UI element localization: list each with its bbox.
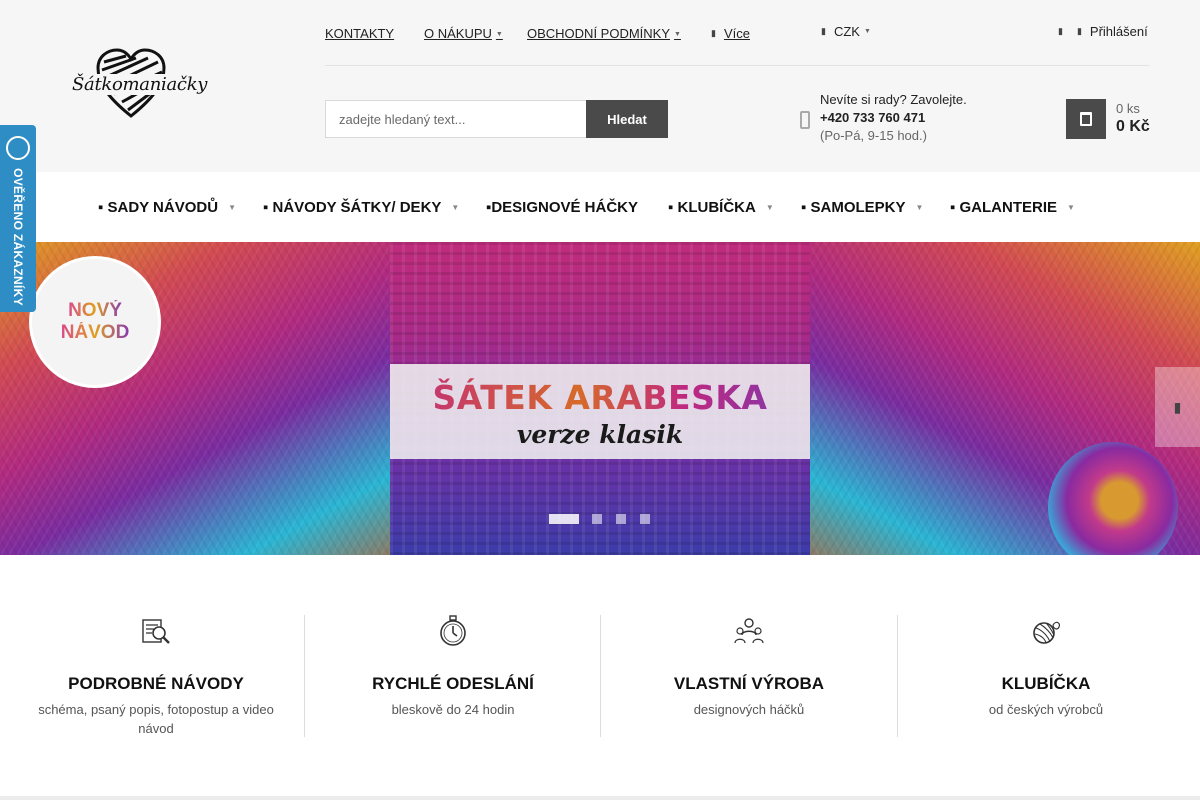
menu-item-klubicka[interactable]: ▪ KLUBÍČKA ▼ [668, 199, 774, 216]
cart-price[interactable]: 0 Kč [1116, 118, 1150, 136]
verified-label: OVĚŘENO ZÁKAZNÍKY [11, 168, 25, 306]
chevron-down-icon: ▼ [765, 203, 774, 212]
slider-next-button[interactable]: ▮ [1155, 367, 1200, 447]
benefit-item: PODROBNÉ NÁVODY schéma, psaný popis, fot… [8, 615, 304, 737]
main-menu: ▪ SADY NÁVODŮ ▼ ▪ NÁVODY ŠÁTKY/ DEKY ▼ ▪DE… [0, 172, 1200, 242]
heart-icon[interactable]: ▮ [1058, 26, 1063, 37]
header-divider [325, 65, 1150, 66]
menu-item-samolepky[interactable]: ▪ SAMOLEPKY ▼ [801, 199, 923, 216]
phone-icon [800, 111, 810, 129]
slider-dots [549, 514, 664, 524]
help-phone[interactable]: +420 733 760 471 [820, 109, 967, 127]
benefit-description: designových háčků [693, 702, 805, 717]
chevron-down-icon: ▼ [451, 203, 460, 212]
menu-item-galanterie[interactable]: ▪ GALANTERIE ▼ [950, 199, 1075, 216]
currency-icon: ▮ [821, 26, 826, 36]
user-icon: ▮ [1076, 26, 1082, 36]
cart-count[interactable]: 0 ks [1116, 101, 1140, 116]
menu-dots-icon: ▮ [711, 27, 716, 38]
magnifier-pattern-icon [142, 619, 170, 644]
chevron-right-icon: ▮ [1173, 398, 1182, 415]
banner-subtitle: verze klasik [516, 420, 684, 449]
benefit-item: KLUBÍČKA od českých výrobců [897, 615, 1193, 737]
logo-text: Šátkomaniačky [70, 74, 210, 95]
benefits-section: PODROBNÉ NÁVODY schéma, psaný popis, fot… [0, 555, 1200, 800]
chevron-down-icon: ▼ [863, 28, 871, 35]
menu-item-label: ▪ SAMOLEPKY [801, 199, 906, 216]
login-label: Přihlášení [1089, 24, 1148, 39]
help-hours: (Po-Pá, 9-15 hod.) [820, 128, 927, 143]
workers-icon [734, 618, 764, 644]
chevron-down-icon: ▼ [915, 203, 924, 212]
yarn-ball-image [1048, 442, 1178, 572]
benefit-title: VLASTNÍ VÝROBA [673, 674, 825, 693]
search-input[interactable] [325, 100, 586, 138]
benefit-title: KLUBÍČKA [1001, 674, 1091, 693]
benefit-description: schéma, psaný popis, fotopostup a video … [38, 702, 274, 736]
benefit-title: RYCHLÉ ODESLÁNÍ [372, 674, 534, 693]
nav-obchodni-podminky-label: OBCHODNÍ PODMÍNKY [527, 25, 671, 41]
slider-dot-4[interactable] [640, 514, 650, 524]
nav-o-nakupu-label: O NÁKUPU [424, 25, 492, 41]
chevron-down-icon: ▼ [495, 30, 503, 38]
currency-selector[interactable]: ▮ CZK ▼ [821, 24, 871, 39]
slider-dot-1[interactable] [549, 514, 579, 524]
slider-dot-3[interactable] [616, 514, 626, 524]
menu-item-label: ▪ KLUBÍČKA [668, 199, 756, 216]
benefit-item: RYCHLÉ ODESLÁNÍ bleskově do 24 hodin [304, 615, 600, 737]
slider-dot-2[interactable] [592, 514, 602, 524]
menu-item-navody-satky-deky[interactable]: ▪ NÁVODY ŠÁTKY/ DEKY ▼ [263, 199, 459, 216]
verified-reviews-badge[interactable]: OVĚŘENO ZÁKAZNÍKY [0, 125, 36, 312]
menu-item-sady-navodu[interactable]: ▪ SADY NÁVODŮ ▼ [98, 199, 236, 216]
benefit-description: od českých výrobců [988, 702, 1104, 717]
cart-button[interactable] [1066, 99, 1106, 139]
nav-o-nakupu[interactable]: O NÁKUPU ▼ [424, 26, 503, 41]
nav-vice-label[interactable]: Více [724, 26, 750, 41]
menu-item-label: ▪ GALANTERIE [950, 199, 1057, 216]
stopwatch-icon [440, 615, 466, 646]
benefit-item: VLASTNÍ VÝROBA designových háčků [600, 615, 896, 737]
shopping-bag-icon [1080, 112, 1092, 126]
search-form: Hledat [325, 100, 668, 138]
menu-item-label: ▪ NÁVODY ŠÁTKY/ DEKY [263, 199, 442, 216]
benefit-title: PODROBNÉ NÁVODY [68, 674, 244, 693]
section-divider [0, 796, 1200, 800]
verified-seal-icon [6, 136, 30, 160]
banner-title: ŠÁTEK ARABESKA [390, 378, 810, 417]
new-pattern-badge: NOVÝ NÁVOD [32, 259, 158, 385]
chevron-down-icon: ▼ [1067, 203, 1075, 212]
help-title: Nevíte si rady? Zavolejte. [820, 92, 967, 107]
menu-item-label: ▪ SADY NÁVODŮ [98, 199, 219, 216]
search-button[interactable]: Hledat [586, 100, 668, 138]
nav-obchodni-podminky[interactable]: OBCHODNÍ PODMÍNKY ▼ [527, 26, 681, 41]
login-link[interactable]: ▮ ▮ Přihlášení [1058, 24, 1148, 39]
benefit-description: bleskově do 24 hodin [391, 702, 515, 717]
menu-item-label: ▪DESIGNOVÉ HÁČKY [486, 199, 639, 216]
menu-item-designove-hacky[interactable]: ▪DESIGNOVÉ HÁČKY [486, 199, 638, 216]
currency-label: CZK [833, 24, 860, 39]
yarn-ball-icon [1033, 621, 1061, 644]
site-header: Šátkomaniačky KONTAKTY O NÁKUPU ▼ OBCHODN… [0, 0, 1200, 172]
chevron-down-icon: ▼ [674, 30, 681, 38]
nav-kontakty[interactable]: KONTAKTY [325, 26, 394, 41]
site-logo[interactable]: Šátkomaniačky [68, 44, 210, 124]
badge-line-2: NÁVOD [60, 322, 130, 343]
nav-vice[interactable]: ▮ Více [711, 26, 750, 41]
help-contact: Nevíte si rady? Zavolejte. +420 733 760 … [820, 91, 967, 145]
badge-line-1: NOVÝ [68, 300, 122, 321]
chevron-down-icon: ▼ [228, 203, 236, 212]
banner-title-box: ŠÁTEK ARABESKA verze klasik [390, 364, 810, 459]
